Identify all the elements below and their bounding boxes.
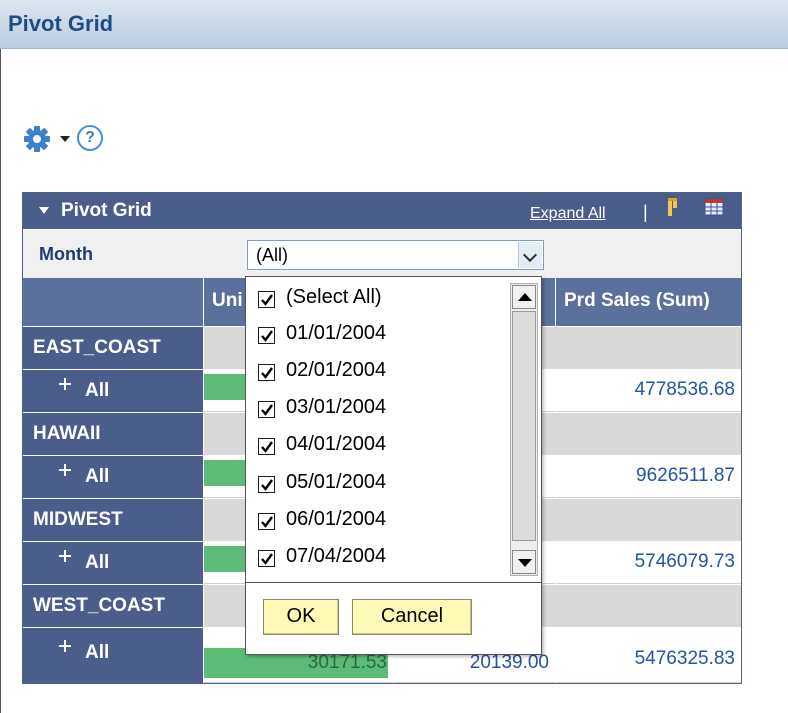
child-label: All [85,380,110,401]
checkbox[interactable] [258,476,275,493]
sales-value: 5746079.73 [634,551,735,572]
page-header: Pivot Grid [0,0,788,49]
child-label: All [85,642,110,663]
pivot-grid-header: Pivot Grid Expand All | [23,193,741,229]
ok-button[interactable]: OK [263,599,339,635]
column-header-units-label: Uni [212,290,243,311]
column-header-blank [23,278,203,326]
checkbox[interactable] [258,438,275,455]
option-label: (Select All) [286,286,382,308]
chart-options-icon[interactable] [665,196,683,218]
row-child-east-coast[interactable]: All [23,370,203,412]
option-label: 06/01/2004 [286,508,387,530]
expand-plus-icon[interactable] [59,378,71,390]
option-label: 05/01/2004 [286,471,387,493]
month-select-value: (All) [256,245,288,265]
sales-cell: 5746079.73 [556,542,741,584]
page-left-border [0,49,1,713]
region-label: WEST_COAST [33,595,165,616]
sales-value: 4778536.68 [634,379,735,400]
expand-all-link[interactable]: Expand All [530,205,606,223]
column-header-sales[interactable]: Prd Sales (Sum) [556,278,741,326]
sales-value: 5476325.83 [634,648,735,669]
row-region-midwest: MIDWEST [23,499,203,541]
checkbox[interactable] [258,364,275,381]
gear-icon[interactable] [22,124,52,154]
region-label: MIDWEST [33,509,123,530]
options-scrollbar[interactable] [510,283,538,576]
child-label: All [85,552,110,573]
column-header-sales-label: Prd Sales (Sum) [564,290,710,311]
row-region-hawaii: HAWAII [23,413,203,455]
middle-value: 20139.00 [469,652,549,673]
cancel-button[interactable]: Cancel [352,599,472,635]
option-label: 01/01/2004 [286,322,387,344]
row-region-west-coast: WEST_COAST [23,585,203,627]
child-label: All [85,466,110,487]
checkbox[interactable] [258,401,275,418]
row-region-east-coast: EAST_COAST [23,327,203,369]
units-value: 30171.53 [307,652,387,673]
region-label: EAST_COAST [33,337,161,358]
region-label: HAWAII [33,423,101,444]
checkbox[interactable] [258,327,275,344]
pivot-grid-title: Pivot Grid [61,200,152,221]
page-title: Pivot Grid [8,11,114,36]
scroll-up-icon[interactable] [512,285,536,309]
row-child-west-coast[interactable]: All [23,628,203,683]
month-select[interactable]: (All) [247,240,544,270]
expand-plus-icon[interactable] [59,464,71,476]
help-icon[interactable]: ? [77,125,103,151]
checkbox[interactable] [258,291,275,308]
grid-view-icon[interactable] [703,195,725,217]
chevron-down-icon[interactable] [518,242,542,268]
sales-cell: 4778536.68 [556,370,741,412]
month-options-list[interactable]: (Select All) 01/01/2004 02/01/2004 03/01… [246,277,541,582]
expand-plus-icon[interactable] [59,550,71,562]
collapse-triangle-icon[interactable] [39,207,49,214]
scroll-thumb[interactable] [512,311,536,541]
month-filter-label: Month [39,244,93,264]
sales-cell: 9626511.87 [556,456,741,498]
row-child-hawaii[interactable]: All [23,456,203,498]
dropdown-divider [246,582,541,583]
header-separator: | [643,202,648,222]
checkbox[interactable] [258,550,275,567]
sales-cell: 5476325.83 [556,628,741,683]
checkbox[interactable] [258,513,275,530]
option-label: 04/01/2004 [286,433,387,455]
sales-value: 9626511.87 [636,465,735,486]
chevron-down-icon[interactable] [60,136,70,142]
option-label: 03/01/2004 [286,396,387,418]
scroll-down-icon[interactable] [512,550,536,574]
filter-row: Month (All) [23,230,741,278]
row-child-midwest[interactable]: All [23,542,203,584]
option-label: 07/04/2004 [286,545,387,567]
month-dropdown[interactable]: (Select All) 01/01/2004 02/01/2004 03/01… [245,276,542,655]
expand-plus-icon[interactable] [59,640,71,652]
option-label: 02/01/2004 [286,359,387,381]
